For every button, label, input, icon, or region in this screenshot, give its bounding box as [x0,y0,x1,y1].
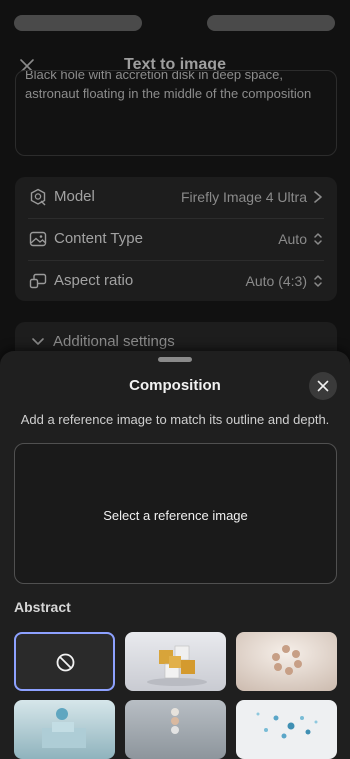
gold-cubes-image [125,632,226,691]
content-type-label: Content Type [54,230,143,247]
aspect-ratio-row[interactable]: Aspect ratio Auto (4:3) [15,261,337,301]
select-reference-label: Select a reference image [103,508,248,523]
thumbnail-floating-molecules[interactable] [236,700,337,759]
content-type-value: Auto [278,231,307,247]
sheet-title: Composition [129,377,221,394]
status-bar-left [14,15,142,31]
floating-molecules-image [236,700,337,759]
section-label-abstract: Abstract [14,599,71,615]
content-type-row[interactable]: Content Type Auto [15,219,337,259]
aspect-ratio-icon [29,273,47,289]
thumbnail-sphere-on-blocks[interactable] [14,700,115,759]
close-icon [317,380,329,392]
model-icon [30,188,46,206]
prompt-text: Black hole with accretion disk in deep s… [25,70,312,101]
aspect-ratio-label: Aspect ratio [54,272,134,289]
stacked-spheres-image [125,700,226,759]
sheet-close-button[interactable] [309,372,337,400]
image-icon [29,231,47,247]
model-row[interactable]: Model Firefly Image 4 Ultra [15,177,337,217]
select-reference-image-button[interactable]: Select a reference image [14,443,337,584]
thumbnail-gold-cubes[interactable] [125,632,226,691]
no-symbol-icon [56,653,75,672]
settings-card: Model Firefly Image 4 Ultra Content Type… [15,177,337,301]
aspect-ratio-value: Auto (4:3) [245,273,307,289]
thumbnail-none[interactable] [14,632,115,691]
chevron-right-icon [314,191,322,203]
prompt-input[interactable]: Black hole with accretion disk in deep s… [15,70,337,156]
thumbnail-beige-spheres-ring[interactable] [236,632,337,691]
beige-spheres-image [236,632,337,691]
sheet-description: Add a reference image to match its outli… [20,412,330,427]
model-value: Firefly Image 4 Ultra [180,189,307,205]
sheet-grabber[interactable] [158,357,192,362]
composition-sheet: Composition Add a reference image to mat… [0,351,350,759]
up-down-chevron-icon [314,275,322,287]
thumbnail-stacked-spheres[interactable] [125,700,226,759]
model-label: Model [54,188,95,205]
up-down-chevron-icon [314,233,322,245]
sphere-on-blocks-image [14,700,115,759]
chevron-down-icon [32,338,44,345]
status-bar-right [207,15,335,31]
additional-settings-label: Additional settings [53,333,175,350]
